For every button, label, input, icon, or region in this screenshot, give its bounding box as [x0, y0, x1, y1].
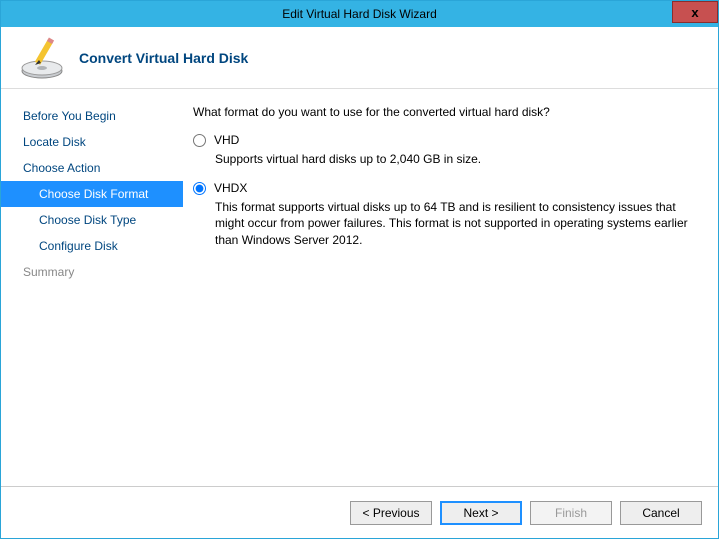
sidebar-item-locate-disk[interactable]: Locate Disk	[1, 129, 183, 155]
format-option-vhdx: VHDX	[193, 181, 696, 195]
wizard-footer: < Previous Next > Finish Cancel	[1, 486, 718, 538]
option-label-vhd[interactable]: VHD	[214, 133, 239, 147]
close-icon: x	[691, 5, 698, 20]
sidebar-item-choose-disk-format[interactable]: Choose Disk Format	[1, 181, 183, 207]
next-button[interactable]: Next >	[440, 501, 522, 525]
wizard-body: Before You BeginLocate DiskChoose Action…	[1, 89, 718, 486]
close-button[interactable]: x	[672, 1, 718, 23]
finish-button[interactable]: Finish	[530, 501, 612, 525]
format-option-vhd: VHD	[193, 133, 696, 147]
radio-vhd[interactable]	[193, 134, 206, 147]
sidebar-item-choose-action[interactable]: Choose Action	[1, 155, 183, 181]
option-desc-vhd: Supports virtual hard disks up to 2,040 …	[215, 151, 696, 167]
cancel-button[interactable]: Cancel	[620, 501, 702, 525]
sidebar-item-configure-disk[interactable]: Configure Disk	[1, 233, 183, 259]
option-label-vhdx[interactable]: VHDX	[214, 181, 247, 195]
wizard-sidebar: Before You BeginLocate DiskChoose Action…	[1, 89, 183, 486]
previous-button[interactable]: < Previous	[350, 501, 432, 525]
wizard-content: What format do you want to use for the c…	[183, 89, 718, 486]
sidebar-item-choose-disk-type[interactable]: Choose Disk Type	[1, 207, 183, 233]
sidebar-item-before-you-begin[interactable]: Before You Begin	[1, 103, 183, 129]
option-desc-vhdx: This format supports virtual disks up to…	[215, 199, 696, 248]
format-question: What format do you want to use for the c…	[193, 105, 696, 119]
window-title: Edit Virtual Hard Disk Wizard	[1, 7, 718, 21]
wizard-window: Edit Virtual Hard Disk Wizard x Convert …	[0, 0, 719, 539]
wizard-header: Convert Virtual Hard Disk	[1, 27, 718, 89]
titlebar: Edit Virtual Hard Disk Wizard x	[1, 1, 718, 27]
sidebar-item-summary: Summary	[1, 259, 183, 285]
radio-vhdx[interactable]	[193, 182, 206, 195]
disk-pencil-icon	[19, 35, 65, 81]
page-title: Convert Virtual Hard Disk	[79, 50, 248, 66]
